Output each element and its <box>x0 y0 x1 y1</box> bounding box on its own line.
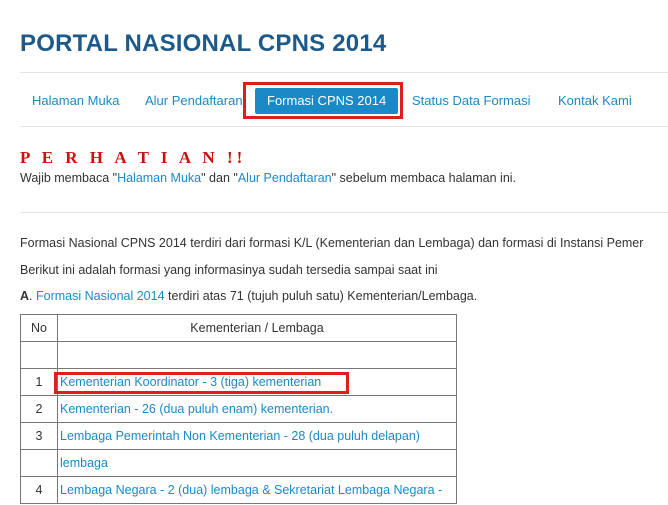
link-formasi-nasional-2014[interactable]: Formasi Nasional 2014 <box>36 289 165 303</box>
kementerian-table: No Kementerian / Lembaga 1 Kementerian K… <box>20 314 457 504</box>
table-header-row: No Kementerian / Lembaga <box>20 314 457 342</box>
nav-status-data-formasi[interactable]: Status Data Formasi <box>412 86 531 116</box>
nav-divider <box>20 126 668 127</box>
intro-paragraph-1: Formasi Nasional CPNS 2014 terdiri dari … <box>20 236 644 250</box>
link-kementerian[interactable]: Kementerian - 26 (dua puluh enam) kement… <box>60 402 333 416</box>
header-no: No <box>20 314 58 342</box>
link-lembaga-pemerintah-non-kementerian[interactable]: Lembaga Pemerintah Non Kementerian - 28 … <box>60 429 420 443</box>
section-letter: A <box>20 289 30 303</box>
link-halaman-muka[interactable]: Halaman Muka <box>117 171 201 185</box>
content-divider <box>20 212 668 213</box>
notice-text: Wajib membaca "Halaman Muka" dan "Alur P… <box>20 171 517 185</box>
link-alur-pendaftaran[interactable]: Alur Pendaftaran <box>238 171 332 185</box>
table-row: lembaga <box>20 449 457 477</box>
header-kementerian-lembaga: Kementerian / Lembaga <box>57 314 457 342</box>
highlight-box-row <box>54 372 349 394</box>
intro-paragraph-2: Berikut ini adalah formasi yang informas… <box>20 263 438 277</box>
link-lembaga-negara[interactable]: Lembaga Negara - 2 (dua) lembaga & Sekre… <box>60 483 442 497</box>
nav-kontak-kami[interactable]: Kontak Kami <box>558 86 632 116</box>
table-row-empty <box>20 341 457 369</box>
link-lembaga-continued[interactable]: lembaga <box>60 456 108 470</box>
section-a-line: A. Formasi Nasional 2014 terdiri atas 71… <box>20 289 478 303</box>
header-divider <box>20 72 668 73</box>
table-row: 4 Lembaga Negara - 2 (dua) lembaga & Sek… <box>20 476 457 504</box>
nav-halaman-muka[interactable]: Halaman Muka <box>32 86 119 116</box>
nav-alur-pendaftaran[interactable]: Alur Pendaftaran <box>145 86 243 116</box>
warning-heading: P E R H A T I A N !! <box>20 148 247 167</box>
table-row: 3 Lembaga Pemerintah Non Kementerian - 2… <box>20 422 457 450</box>
highlight-box-nav <box>243 82 403 119</box>
site-title: PORTAL NASIONAL CPNS 2014 <box>20 30 387 57</box>
table-row: 2 Kementerian - 26 (dua puluh enam) keme… <box>20 395 457 423</box>
